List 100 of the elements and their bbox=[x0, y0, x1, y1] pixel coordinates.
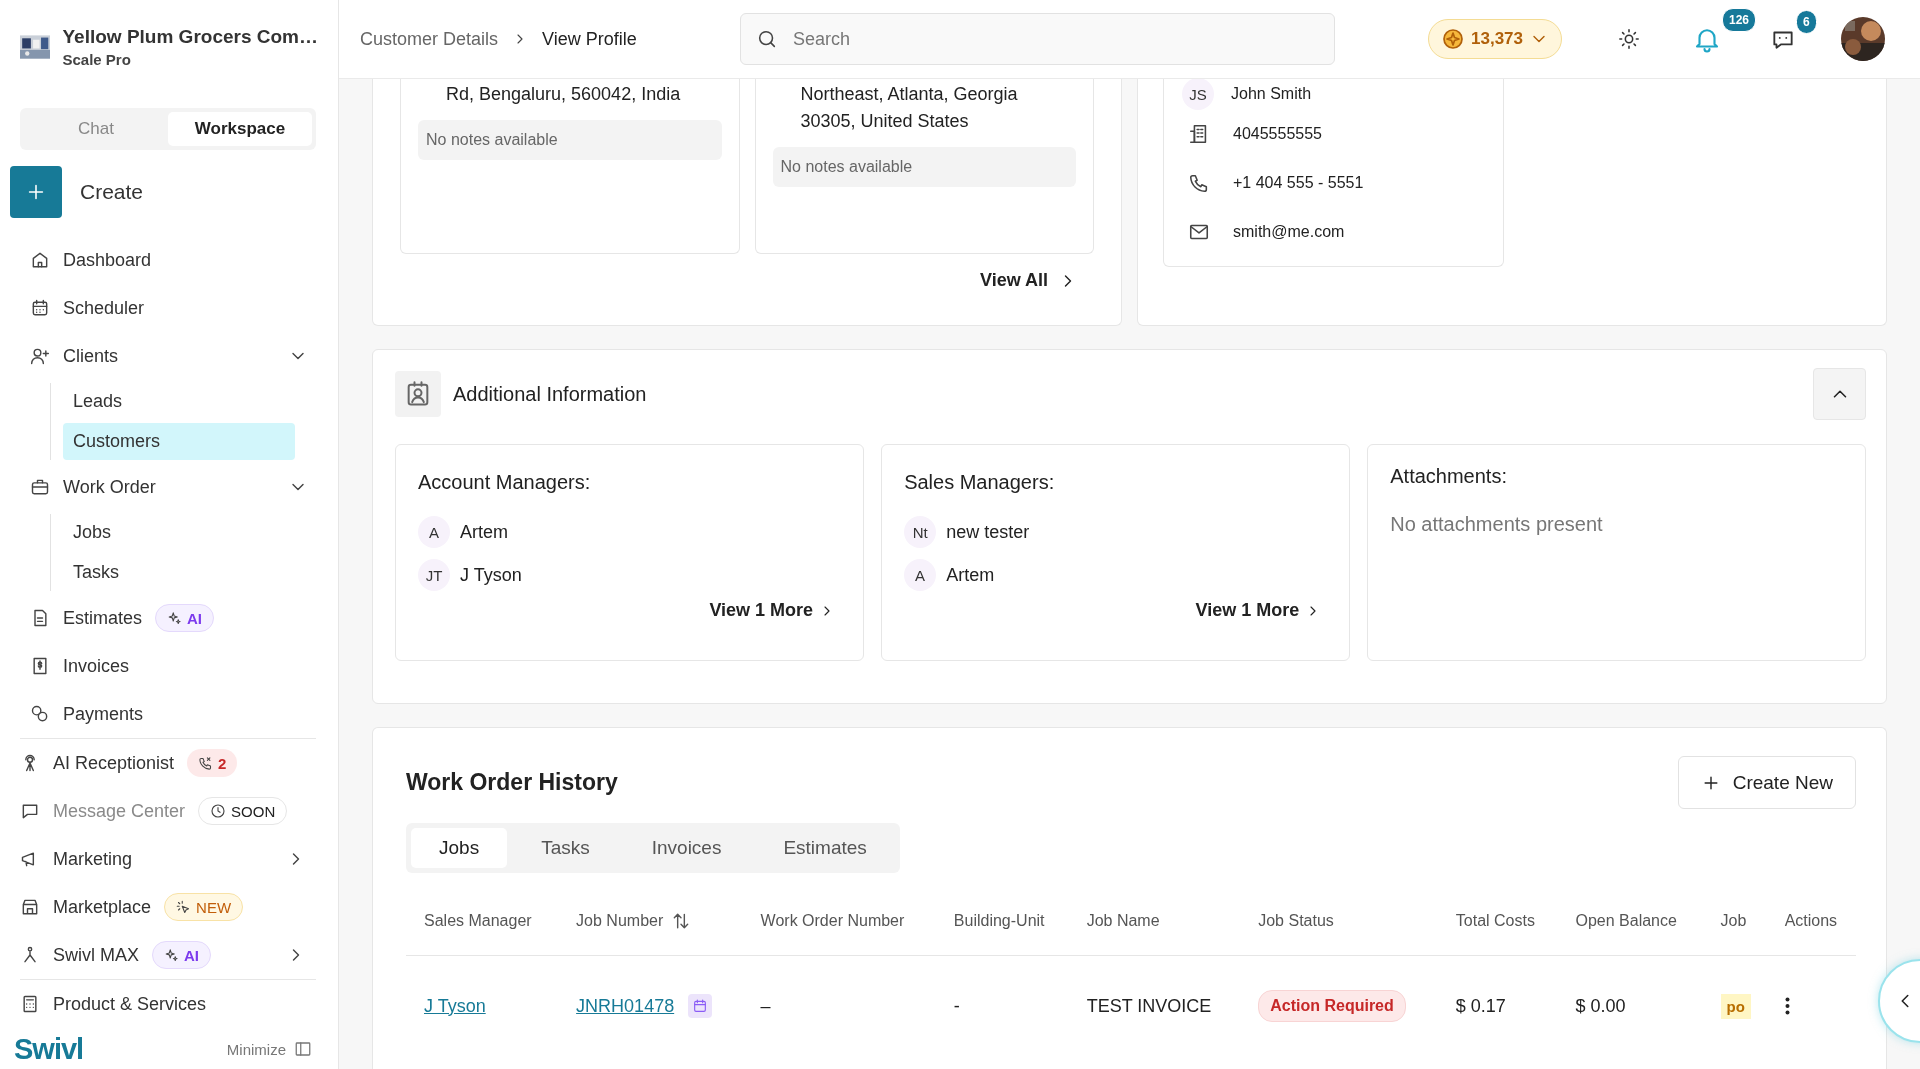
briefcase-icon bbox=[30, 477, 50, 497]
table-cell: $ 0.00 bbox=[1575, 995, 1626, 1016]
missed-call-icon bbox=[198, 755, 214, 771]
coins-icon bbox=[30, 704, 50, 724]
column-header: Actions bbox=[1784, 912, 1838, 930]
menu-badge: 2 bbox=[187, 749, 238, 777]
menu-badge: NEW bbox=[164, 893, 244, 921]
menu-badge: AI bbox=[155, 604, 215, 632]
table-cell: $ 0.17 bbox=[1455, 995, 1506, 1016]
sidebar-item[interactable]: AI Receptionist 2 bbox=[10, 739, 316, 787]
column-header: Open Balance bbox=[1575, 912, 1677, 930]
notes-text: No notes available bbox=[418, 120, 722, 160]
notes-text: No notes available bbox=[772, 147, 1076, 187]
initials-avatar: Nt bbox=[904, 516, 937, 548]
breadcrumb-link[interactable]: Customer Details bbox=[360, 28, 499, 50]
column-header: Building-Unit bbox=[953, 912, 1045, 930]
tab[interactable]: Jobs bbox=[411, 828, 508, 868]
sidebar-subitem[interactable]: Jobs bbox=[63, 514, 295, 551]
column-header: Job bbox=[1720, 912, 1747, 930]
manager-link[interactable]: J Tyson bbox=[424, 995, 486, 1016]
home-icon bbox=[30, 250, 50, 270]
column-header: Total Costs bbox=[1455, 912, 1535, 930]
address-text: Rd, Bengaluru, 560042, India bbox=[445, 83, 682, 106]
column-header: Job Number bbox=[576, 912, 664, 930]
tab[interactable]: Estimates bbox=[755, 828, 895, 868]
sun-icon bbox=[1618, 28, 1640, 50]
breadcrumb-link[interactable]: View Profile bbox=[542, 28, 637, 50]
initials-avatar: A bbox=[904, 559, 937, 591]
sidebar-item[interactable]: Marketing bbox=[10, 835, 316, 883]
search-icon bbox=[756, 28, 778, 50]
sidebar-item[interactable]: Payments bbox=[20, 690, 318, 738]
table-cell: – bbox=[760, 995, 771, 1016]
company-name: Yellow Plum Grocers Com… bbox=[62, 26, 318, 48]
theme-button[interactable] bbox=[1618, 28, 1640, 50]
chat-bubble-icon bbox=[20, 801, 40, 821]
person-name: Artem bbox=[460, 521, 508, 543]
table-cell: TEST INVOICE bbox=[1086, 995, 1212, 1016]
address-text: Northeast, Atlanta, Georgia 30305, United States bbox=[799, 83, 1019, 133]
sidebar-item[interactable]: Clients bbox=[20, 332, 318, 380]
column-header: Sales Manager bbox=[424, 912, 532, 930]
calendar-icon bbox=[30, 298, 50, 318]
initials-avatar: A bbox=[418, 516, 450, 548]
sidebar-item[interactable]: Marketplace NEW bbox=[10, 883, 316, 931]
card-title: Sales Managers: bbox=[904, 471, 1056, 494]
sidebar-item[interactable]: Invoices bbox=[20, 642, 318, 690]
coin-icon bbox=[1441, 27, 1465, 51]
sidebar-subitem[interactable]: Customers bbox=[63, 423, 295, 460]
section-title: Work Order History bbox=[406, 769, 618, 796]
menu-badge: SOON bbox=[198, 797, 288, 825]
sidebar-subitem[interactable]: Leads bbox=[63, 383, 295, 420]
sidebar-subitem[interactable]: Tasks bbox=[63, 554, 295, 591]
tab[interactable]: Tasks bbox=[513, 828, 618, 868]
create-new-button[interactable]: Create New bbox=[1677, 756, 1856, 809]
job-number-link[interactable]: JNRH01478 bbox=[576, 995, 675, 1017]
sparkle-icon bbox=[164, 947, 179, 963]
dollar-document-icon bbox=[30, 656, 50, 676]
count-badge: 6 bbox=[1796, 10, 1817, 34]
search-field[interactable]: Search bbox=[740, 13, 1335, 65]
card-title: Attachments: bbox=[1390, 465, 1508, 488]
sidebar-item[interactable]: Work Order bbox=[20, 463, 318, 511]
view-all-link[interactable]: View All bbox=[973, 269, 1084, 292]
minimize-button[interactable]: Minimize bbox=[220, 1039, 318, 1059]
user-plus-icon bbox=[30, 346, 50, 366]
contact-detail: +1 404 555 - 5551 bbox=[1233, 173, 1364, 192]
person-name: new tester bbox=[946, 521, 1030, 543]
view-more-link[interactable]: View 1 More bbox=[1189, 599, 1328, 622]
contact-name: John Smith bbox=[1231, 85, 1312, 103]
person-name: J Tyson bbox=[460, 564, 522, 586]
calendar-icon[interactable] bbox=[688, 994, 713, 1018]
more-menu-button[interactable] bbox=[1784, 997, 1790, 1015]
clock-icon bbox=[210, 803, 227, 819]
calendar-glyph bbox=[692, 998, 709, 1014]
sidebar-item[interactable]: Product & Services bbox=[10, 980, 316, 1028]
empty-message: No attachments present bbox=[1390, 513, 1604, 536]
menu-badge: AI bbox=[152, 941, 211, 969]
coins-button[interactable]: 13,373 bbox=[1428, 19, 1562, 59]
view-more-link[interactable]: View 1 More bbox=[703, 599, 842, 622]
sidebar-item[interactable]: Estimates AI bbox=[20, 594, 318, 642]
plan-name: Scale Pro bbox=[62, 51, 132, 68]
column-header: Job Name bbox=[1086, 912, 1160, 930]
brand-logo: Swivl bbox=[14, 1032, 84, 1066]
card-title: Account Managers: bbox=[418, 471, 592, 494]
mode-tab[interactable]: Workspace bbox=[168, 112, 312, 146]
calculator-icon bbox=[20, 994, 40, 1014]
sidebar-item[interactable]: Scheduler bbox=[20, 284, 318, 332]
table-cell: - bbox=[953, 995, 960, 1016]
sparkle-icon bbox=[167, 610, 183, 626]
contact-detail: 4045555555 bbox=[1233, 124, 1322, 143]
tab[interactable]: Invoices bbox=[623, 828, 750, 868]
job-tag: po bbox=[1720, 993, 1751, 1019]
create-button[interactable] bbox=[10, 166, 62, 218]
column-header: Work Order Number bbox=[760, 912, 905, 930]
column-header: Job Status bbox=[1258, 912, 1334, 930]
status-badge: Action Required bbox=[1258, 990, 1406, 1022]
initials-avatar: JS bbox=[1182, 79, 1214, 110]
person-name: Artem bbox=[946, 564, 995, 586]
sidebar-item[interactable]: Swivl MAX AI bbox=[10, 931, 316, 979]
initials-avatar: JT bbox=[418, 559, 450, 591]
sidebar-item[interactable]: Dashboard bbox=[20, 236, 318, 284]
sidebar-panel-icon bbox=[294, 1040, 312, 1058]
